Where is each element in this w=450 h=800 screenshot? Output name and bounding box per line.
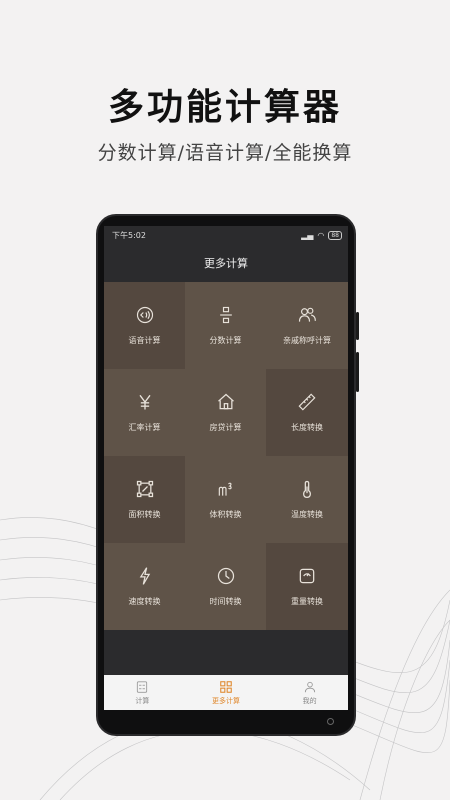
- promo-headline: 多功能计算器: [107, 87, 342, 128]
- status-icons: ▂▄ ◠ 88: [301, 230, 342, 240]
- tab-calculator[interactable]: 计算: [135, 680, 149, 706]
- promo-subline: 分数计算/语音计算/全能换算: [97, 142, 353, 164]
- area-icon: [136, 480, 153, 498]
- grid-item-label: 体积转换: [209, 510, 242, 519]
- ruler-icon: [298, 393, 316, 411]
- bottom-tab-bar: 计算 更多计算 我的: [104, 675, 348, 710]
- grid-item-label: 重量转换: [291, 597, 323, 606]
- grid-item-label: 温度转换: [291, 510, 323, 519]
- grid-item-label: 面积转换: [128, 510, 161, 519]
- status-time: 下午5:02: [112, 230, 146, 240]
- yen-icon: [138, 394, 151, 410]
- grid-item-label: 长度转换: [291, 423, 323, 432]
- lightning-icon: [139, 567, 150, 585]
- tab-label: 更多计算: [211, 696, 240, 705]
- grid-item-volume[interactable]: 体积转换: [185, 456, 266, 543]
- grid-item-speed[interactable]: 速度转换: [104, 543, 185, 630]
- grid-item-fraction[interactable]: 分数计算: [185, 282, 266, 369]
- grid-item-label: 亲戚称呼计算: [283, 336, 331, 345]
- relatives-icon: [298, 307, 316, 322]
- house-icon: [217, 393, 234, 410]
- tab-label: 我的: [302, 696, 317, 705]
- battery-icon: 88: [328, 230, 342, 240]
- wifi-icon: ◠: [317, 230, 325, 240]
- grid-item-label: 房贷计算: [209, 423, 242, 432]
- phone-frame: 下午5:02 ▂▄ ◠ 88 更多计算 语音计算 分数计算 亲戚称呼计算 汇率计…: [96, 214, 359, 736]
- calculator-icon: [137, 680, 148, 693]
- camera-dot: [327, 718, 334, 725]
- grid-item-label: 速度转换: [128, 597, 161, 606]
- grid-item-time[interactable]: 时间转换: [185, 543, 266, 630]
- tab-label: 计算: [135, 696, 150, 705]
- volume-button: [356, 312, 359, 340]
- thermometer-icon: [303, 480, 311, 498]
- grid-icon: [220, 680, 232, 693]
- status-bar: 下午5:02 ▂▄ ◠ 88: [104, 226, 348, 244]
- signal-icon: ▂▄: [301, 230, 314, 240]
- grid-item-temperature[interactable]: 温度转换: [266, 456, 348, 543]
- grid-item-area[interactable]: 面积转换: [104, 456, 185, 543]
- grid-item-label: 分数计算: [209, 336, 242, 345]
- clock-icon: [217, 567, 234, 585]
- grid-item-label: 汇率计算: [128, 423, 161, 432]
- tab-profile[interactable]: 我的: [303, 680, 317, 706]
- page-title: 更多计算: [204, 257, 248, 270]
- grid-item-voice[interactable]: 语音计算: [104, 282, 185, 369]
- scale-icon: [299, 568, 315, 584]
- grid-item-label: 时间转换: [209, 597, 242, 606]
- app-screen: 下午5:02 ▂▄ ◠ 88 更多计算 语音计算 分数计算 亲戚称呼计算 汇率计…: [104, 226, 348, 710]
- fraction-icon: [219, 306, 232, 324]
- feature-grid: 语音计算 分数计算 亲戚称呼计算 汇率计算 房贷计算 长度转换 面积转换 体积转…: [104, 282, 348, 630]
- volume-icon: [218, 482, 232, 496]
- grid-item-label: 语音计算: [128, 336, 161, 345]
- user-icon: [304, 681, 315, 692]
- grid-item-exchange[interactable]: 汇率计算: [104, 369, 185, 456]
- power-button: [356, 352, 359, 392]
- grid-item-relatives[interactable]: 亲戚称呼计算: [266, 282, 348, 369]
- voice-icon: [136, 306, 153, 324]
- grid-item-weight[interactable]: 重量转换: [266, 543, 348, 630]
- grid-item-length[interactable]: 长度转换: [266, 369, 348, 456]
- grid-item-mortgage[interactable]: 房贷计算: [185, 369, 266, 456]
- tab-more[interactable]: 更多计算: [212, 680, 240, 706]
